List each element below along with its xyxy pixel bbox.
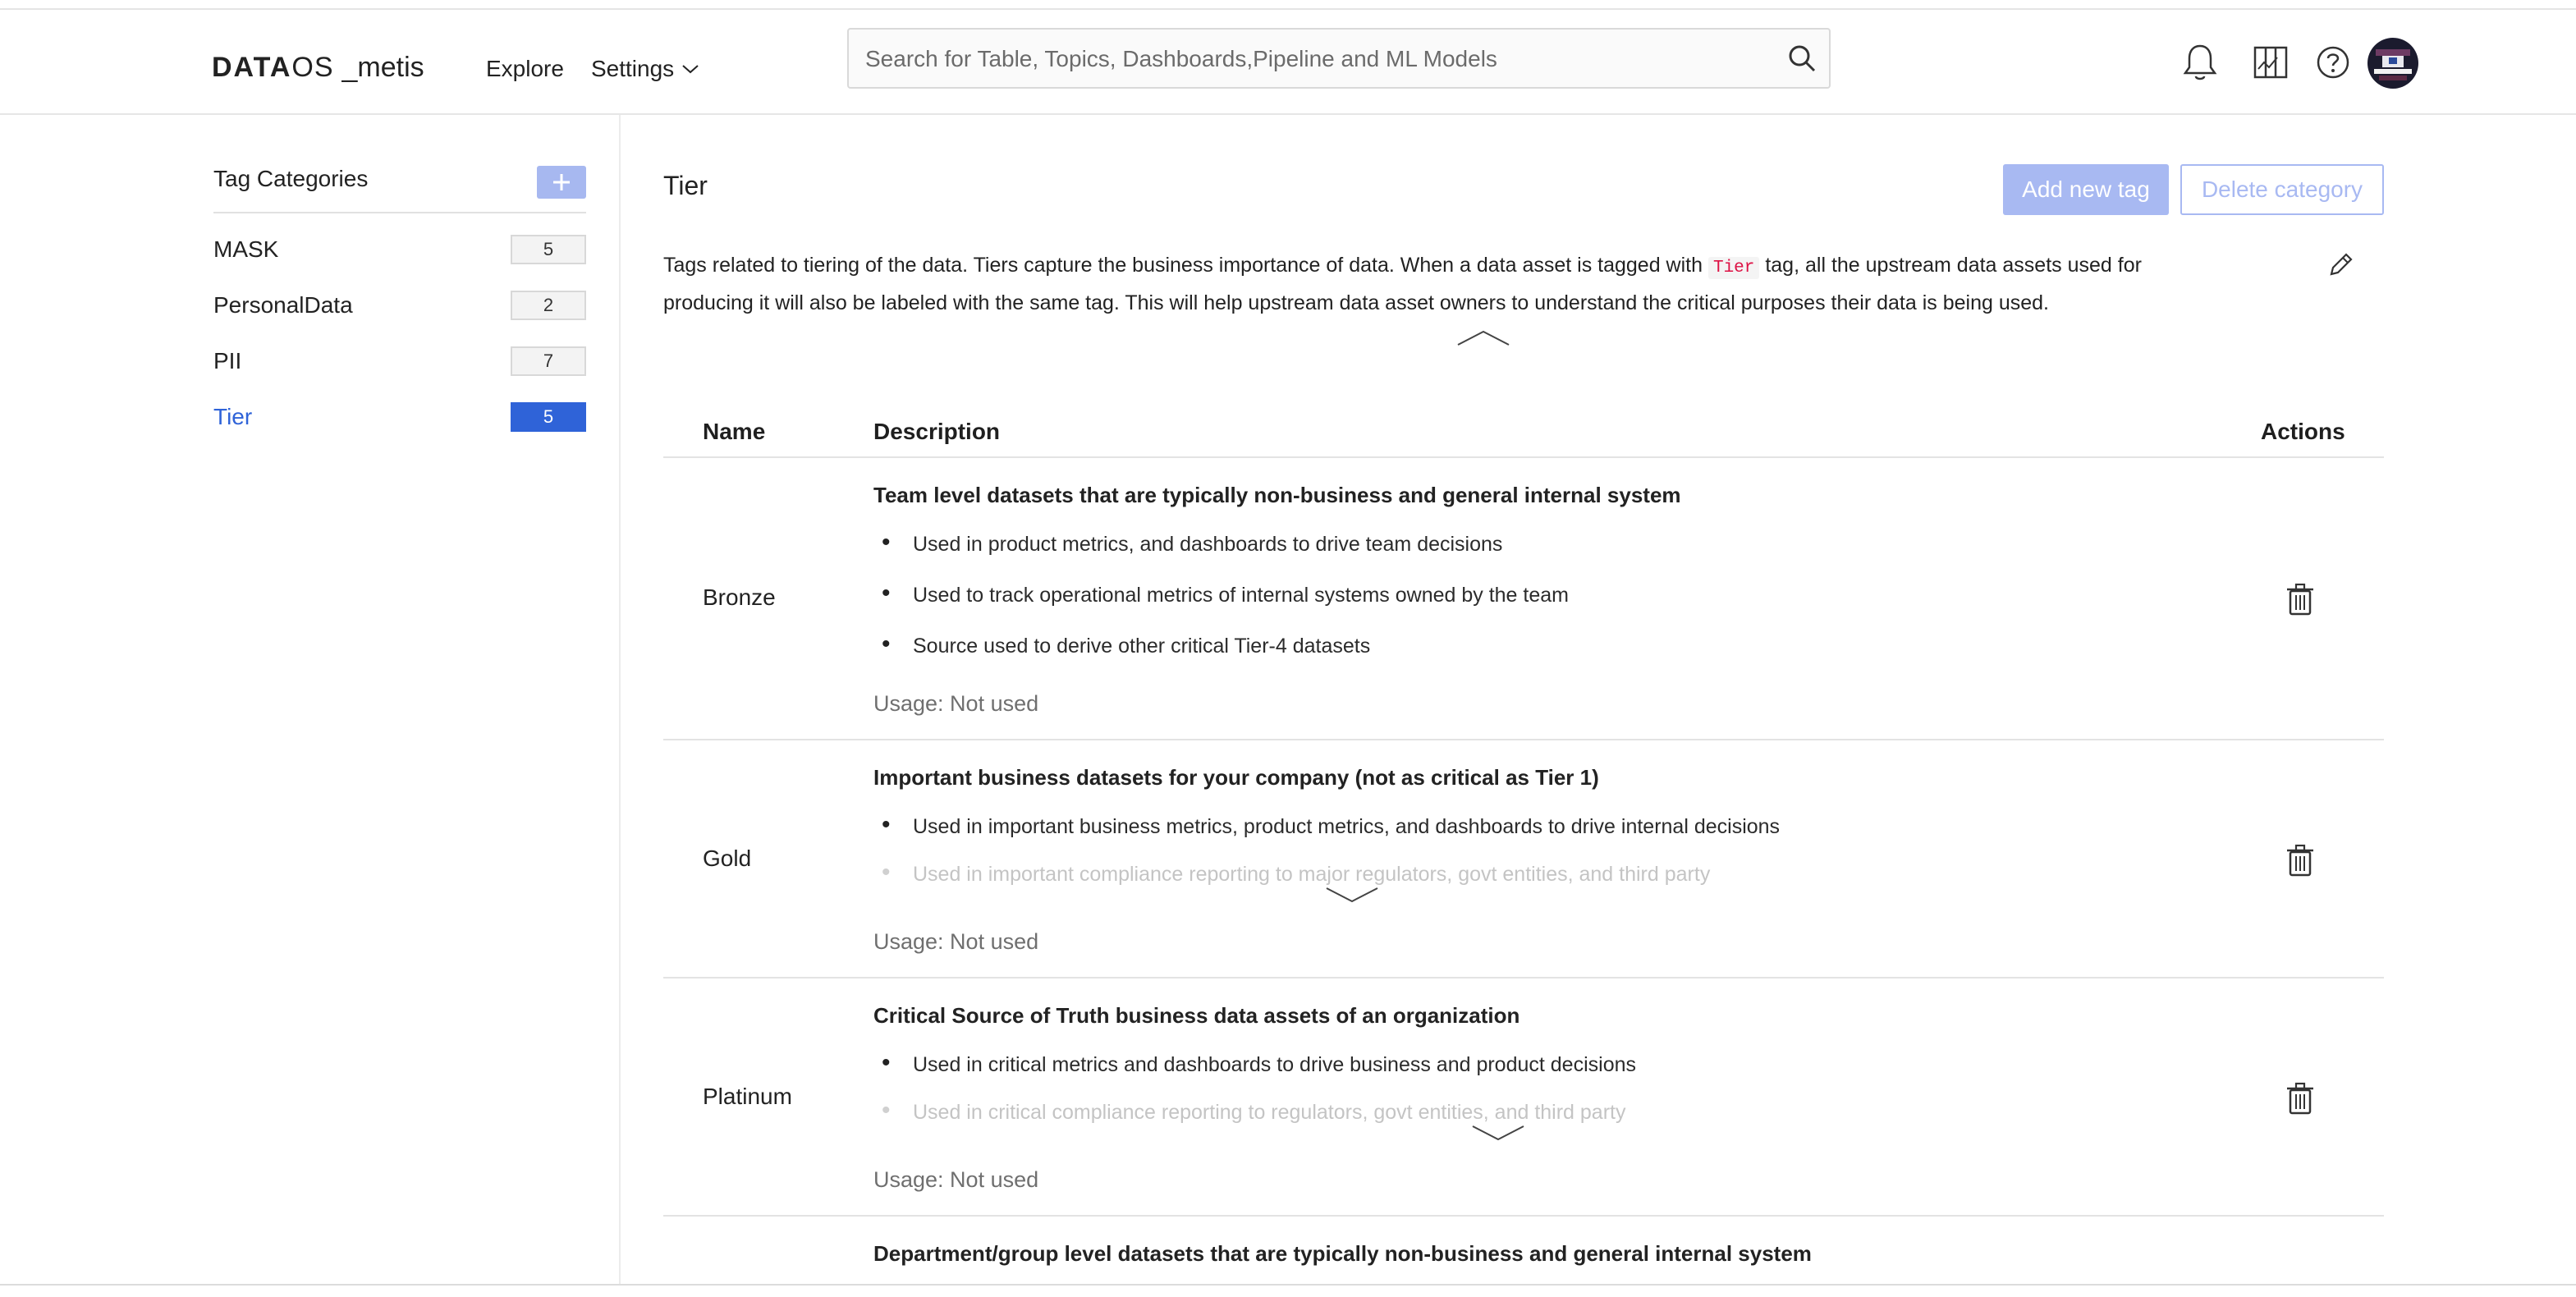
add-category-button[interactable]	[537, 166, 586, 199]
table-row: Department/group level datasets that are…	[663, 1217, 2384, 1286]
global-search	[847, 28, 1831, 89]
usage-text: Usage: Not used	[873, 929, 1039, 954]
description-text-2: tag, all the upstream data assets used f…	[1759, 254, 2142, 277]
table-row: Gold Important business datasets for you…	[663, 740, 2384, 978]
logo-brand: DATA	[212, 51, 292, 83]
description-text-1: Tags related to tiering of the data. Tie…	[663, 254, 1708, 277]
column-header-actions: Actions	[2261, 419, 2345, 444]
tags-table-header: Name Description Actions	[663, 407, 2384, 458]
tag-name: Platinum	[703, 1084, 792, 1109]
sidebar-item-label: PersonalData	[213, 292, 353, 318]
tag-name: Gold	[703, 846, 752, 871]
expand-description-icon[interactable]	[1471, 1123, 1525, 1147]
search-input[interactable]	[864, 30, 1786, 89]
list-item: Used in product metrics, and dashboards …	[873, 530, 1569, 583]
sidebar-item-mask[interactable]: MASK 5	[213, 233, 586, 266]
list-item: Source used to derive other critical Tie…	[873, 632, 1569, 685]
description-code: Tier	[1707, 257, 1760, 279]
top-navbar: DATA OS _metis Explore Settings	[0, 10, 2576, 115]
tag-description-list: Used in product metrics, and dashboards …	[873, 530, 1569, 685]
count-badge: 2	[511, 291, 586, 320]
category-title: Tier	[663, 171, 708, 200]
count-badge: 7	[511, 346, 586, 376]
sidebar-item-label: PII	[213, 348, 242, 374]
column-header-name: Name	[703, 419, 766, 444]
logo-brand-os: OS	[291, 51, 334, 83]
list-item: Used in important business metrics, prod…	[873, 813, 1780, 865]
expand-description-icon[interactable]	[1325, 885, 1379, 909]
collapse-description-icon[interactable]	[1456, 328, 1510, 352]
category-detail-panel: Tier Add new tag Delete category Tags re…	[663, 115, 2384, 1286]
sidebar-item-personaldata[interactable]: PersonalData 2	[213, 289, 586, 322]
sidebar-divider	[213, 212, 586, 213]
nav-explore[interactable]: Explore	[486, 56, 564, 82]
sidebar-item-pii[interactable]: PII 7	[213, 345, 586, 378]
tag-description-title: Critical Source of Truth business data a…	[873, 1003, 1520, 1028]
list-item: Used in critical metrics and dashboards …	[873, 1051, 1636, 1103]
table-row: Platinum Critical Source of Truth busine…	[663, 978, 2384, 1217]
delete-tag-icon[interactable]	[2285, 844, 2315, 881]
help-icon[interactable]	[2312, 41, 2354, 84]
description-text-3: producing it will also be labeled with t…	[663, 291, 2049, 314]
sidebar-title: Tag Categories	[213, 166, 369, 191]
delete-category-button[interactable]: Delete category	[2180, 164, 2384, 215]
chevron-down-icon	[682, 65, 699, 74]
window-top-border	[0, 0, 2576, 10]
column-header-description: Description	[873, 419, 1001, 444]
usage-text: Usage: Not used	[873, 1167, 1039, 1192]
sidebar-item-label: MASK	[213, 236, 279, 262]
dataos-logo[interactable]: DATA OS _metis	[212, 43, 424, 92]
sidebar-item-label: Tier	[213, 404, 253, 429]
usage-text: Usage: Not used	[873, 691, 1039, 716]
add-new-tag-button[interactable]: Add new tag	[2003, 164, 2169, 215]
nav-settings-label: Settings	[591, 56, 675, 81]
delete-tag-icon[interactable]	[2285, 583, 2315, 620]
window-bottom-border	[0, 1284, 2576, 1286]
plus-icon	[553, 174, 570, 190]
category-description: Tags related to tiering of the data. Tie…	[663, 248, 2272, 320]
delete-tag-icon[interactable]	[2285, 1082, 2315, 1119]
search-icon[interactable]	[1786, 43, 1817, 78]
avatar[interactable]	[2367, 38, 2418, 89]
tag-description-list: Used in important business metrics, prod…	[873, 813, 1780, 890]
sidebar-item-tier[interactable]: Tier 5	[213, 401, 586, 433]
tag-description-list: Used in critical metrics and dashboards …	[873, 1051, 1636, 1128]
tag-description-title: Department/group level datasets that are…	[873, 1241, 1812, 1266]
tag-categories-sidebar: Tag Categories MASK 5 PersonalData 2 PII…	[0, 115, 621, 1286]
tag-name: Bronze	[703, 584, 776, 610]
tag-description-title: Important business datasets for your com…	[873, 765, 1599, 790]
tag-description-title: Team level datasets that are typically n…	[873, 483, 1681, 507]
map-icon[interactable]	[2249, 41, 2292, 84]
list-item: Used to track operational metrics of int…	[873, 581, 1569, 634]
table-row: Bronze Team level datasets that are typi…	[663, 458, 2384, 740]
edit-description-icon[interactable]	[2326, 251, 2354, 283]
count-badge: 5	[511, 235, 586, 264]
logo-suffix: _metis	[341, 51, 424, 83]
bell-icon[interactable]	[2179, 41, 2221, 84]
count-badge: 5	[511, 402, 586, 432]
nav-settings[interactable]: Settings	[591, 56, 700, 82]
